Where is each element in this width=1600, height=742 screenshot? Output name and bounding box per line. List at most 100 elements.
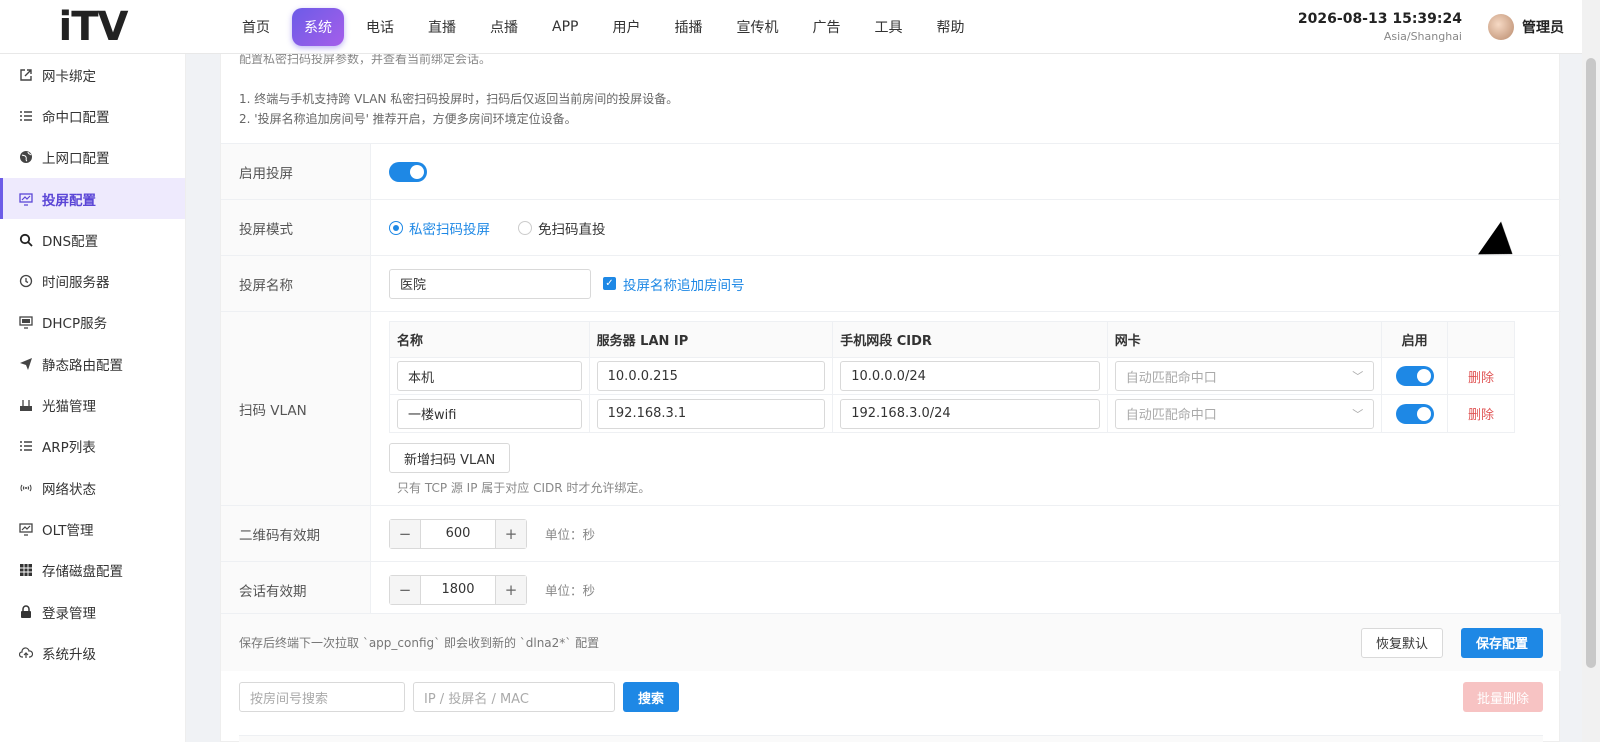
- header-right: 2026-08-13 15:39:24 Asia/Shanghai 管理员: [1298, 11, 1564, 43]
- row-mode: 投屏模式 私密扫码投屏 免扫码直投: [221, 200, 1561, 256]
- nav-phone[interactable]: 电话: [354, 8, 406, 46]
- radio-label: 私密扫码投屏: [409, 221, 490, 238]
- itv-logo[interactable]: iTV: [0, 0, 186, 54]
- chart-icon: [18, 521, 34, 537]
- increment-button[interactable]: +: [496, 575, 526, 604]
- sidebar-item-label: 系统升级: [42, 646, 96, 663]
- monitor-icon: [18, 191, 34, 207]
- sidebar-item-modem[interactable]: 光猫管理: [0, 384, 185, 425]
- vlan-delete-button[interactable]: 删除: [1468, 367, 1494, 386]
- col-cidr: 手机网段 CIDR: [833, 322, 1108, 357]
- vlan-nic-select[interactable]: 自动匹配命中口 ﹀: [1114, 398, 1375, 429]
- main-nav: 首页 系统 电话 直播 点播 APP 用户 插播 宣传机 广告 工具 帮助: [230, 7, 986, 46]
- table-row: 本机 10.0.0.215 10.0.0.0/24 自动匹配命中口 ﹀ 删除: [390, 358, 1514, 395]
- nav-user[interactable]: 用户: [600, 8, 652, 46]
- vlan-enable-switch[interactable]: [1395, 403, 1434, 424]
- vlan-ip-input[interactable]: 192.168.3.1: [596, 398, 826, 429]
- sidebar-item-label: 上网口配置: [42, 151, 110, 168]
- clock-icon: [18, 273, 34, 289]
- col-enable: 启用: [1382, 322, 1449, 357]
- vlan-nic-select[interactable]: 自动匹配命中口 ﹀: [1114, 361, 1375, 391]
- screen-icon: [18, 314, 34, 330]
- radio-label: 免扫码直投: [538, 221, 606, 238]
- increment-button[interactable]: +: [496, 519, 526, 548]
- vlan-ip-input[interactable]: 10.0.0.215: [596, 361, 826, 391]
- vlan-enable-switch[interactable]: [1395, 366, 1434, 386]
- vlan-name-input[interactable]: 一楼wifi: [397, 398, 582, 429]
- cloud-upload-icon: [18, 645, 34, 661]
- vlan-label: 扫码 VLAN: [221, 312, 371, 505]
- col-server-ip: 服务器 LAN IP: [590, 322, 834, 357]
- sidebar-item-static-route[interactable]: 静态路由配置: [0, 343, 185, 384]
- sidebar: 网卡绑定 命中口配置 上网口配置 投屏配置 DNS配置 时间服务器 DHCP服务…: [0, 54, 186, 742]
- user-avatar[interactable]: [1488, 13, 1514, 40]
- session-ttl-value[interactable]: 1800: [420, 575, 496, 604]
- sidebar-item-label: OLT管理: [42, 522, 94, 539]
- nav-home[interactable]: 首页: [230, 8, 282, 46]
- vlan-cidr-input[interactable]: 192.168.3.0/24: [840, 398, 1100, 429]
- sidebar-item-net-status[interactable]: 网络状态: [0, 467, 185, 508]
- search-button[interactable]: 搜索: [623, 682, 680, 712]
- chevron-down-icon: ﹀: [1352, 370, 1364, 383]
- sidebar-item-olt[interactable]: OLT管理: [0, 508, 185, 549]
- nav-promo[interactable]: 宣传机: [724, 8, 790, 46]
- scroll-thumb[interactable]: [1586, 58, 1596, 668]
- cast-name-input[interactable]: 医院: [389, 268, 591, 299]
- vlan-name-input[interactable]: 本机: [397, 361, 582, 391]
- cast-form: 启用投屏 投屏模式 私密扫码投屏 免扫码直投 投屏名称 医院 ✓ 投屏名称追加房…: [221, 143, 1561, 618]
- nav-insert[interactable]: 插播: [662, 8, 714, 46]
- row-qr-ttl: 二维码有效期 − 600 + 单位：秒: [221, 506, 1561, 562]
- sidebar-item-wan-port[interactable]: 上网口配置: [0, 137, 185, 178]
- qr-ttl-stepper: − 600 +: [389, 518, 527, 549]
- sidebar-item-storage[interactable]: 存储磁盘配置: [0, 550, 185, 591]
- decrement-button[interactable]: −: [390, 519, 420, 548]
- paper-plane-icon: [18, 356, 34, 372]
- enable-cast-switch[interactable]: [389, 161, 427, 182]
- row-name: 投屏名称 医院 ✓ 投屏名称追加房间号: [221, 256, 1561, 312]
- save-config-button[interactable]: 保存配置: [1460, 627, 1543, 658]
- sidebar-item-upgrade[interactable]: 系统升级: [0, 632, 185, 673]
- room-search-input[interactable]: 按房间号搜索: [239, 682, 405, 712]
- append-room-checkbox[interactable]: ✓ 投屏名称追加房间号: [603, 274, 745, 294]
- select-value: 自动匹配命中口: [1125, 408, 1217, 423]
- sidebar-item-dhcp[interactable]: DHCP服务: [0, 302, 185, 343]
- sidebar-item-label: 登录管理: [42, 605, 96, 622]
- nav-app[interactable]: APP: [540, 8, 590, 46]
- nav-live[interactable]: 直播: [416, 8, 468, 46]
- nav-ads[interactable]: 广告: [800, 8, 852, 46]
- reset-default-button[interactable]: 恢复默认: [1360, 627, 1443, 658]
- sidebar-item-hit-port[interactable]: 命中口配置: [0, 95, 185, 136]
- vlan-delete-button[interactable]: 删除: [1468, 404, 1494, 423]
- batch-delete-button[interactable]: 批量删除: [1462, 682, 1543, 712]
- mode-label: 投屏模式: [221, 200, 371, 255]
- row-vlan: 扫码 VLAN 名称 服务器 LAN IP 手机网段 CIDR 网卡 启用 本机…: [221, 312, 1561, 506]
- sidebar-item-cast-config[interactable]: 投屏配置: [0, 177, 185, 220]
- sidebar-item-login[interactable]: 登录管理: [0, 591, 185, 632]
- page-scrollbar[interactable]: [1582, 0, 1600, 742]
- sidebar-item-time-server[interactable]: 时间服务器: [0, 260, 185, 301]
- nav-help[interactable]: 帮助: [924, 8, 976, 46]
- unit-label: 单位：秒: [545, 527, 596, 542]
- session-ttl-stepper: − 1800 +: [389, 574, 527, 605]
- add-vlan-button[interactable]: 新增扫码 VLAN: [389, 443, 511, 473]
- sidebar-item-arp[interactable]: ARP列表: [0, 426, 185, 467]
- sidebar-item-dns[interactable]: DNS配置: [0, 219, 185, 260]
- ip-search-input[interactable]: IP / 投屏名 / MAC: [413, 682, 615, 712]
- nav-tools[interactable]: 工具: [862, 8, 914, 46]
- sidebar-item-nic-bind[interactable]: 网卡绑定: [0, 54, 185, 95]
- sidebar-item-label: 存储磁盘配置: [42, 564, 123, 581]
- nav-vod[interactable]: 点播: [478, 8, 530, 46]
- external-link-icon: [18, 67, 34, 83]
- decrement-button[interactable]: −: [390, 575, 420, 604]
- nav-system[interactable]: 系统: [292, 7, 344, 46]
- globe-icon: [18, 149, 34, 165]
- vlan-cidr-input[interactable]: 10.0.0.0/24: [840, 361, 1100, 391]
- top-header: iTV 首页 系统 电话 直播 点播 APP 用户 插播 宣传机 广告 工具 帮…: [0, 0, 1582, 54]
- qr-ttl-value[interactable]: 600: [420, 519, 496, 548]
- sidebar-item-label: 命中口配置: [42, 109, 110, 126]
- save-bar: 保存后终端下一次拉取 `app_config` 即会收到新的 `dlna2*` …: [221, 613, 1561, 671]
- user-name[interactable]: 管理员: [1522, 17, 1564, 37]
- row-session-ttl: 会话有效期 − 1800 + 单位：秒: [221, 562, 1561, 618]
- mode-direct-cast-radio[interactable]: 免扫码直投: [518, 218, 606, 238]
- mode-private-scan-radio[interactable]: 私密扫码投屏: [389, 218, 490, 238]
